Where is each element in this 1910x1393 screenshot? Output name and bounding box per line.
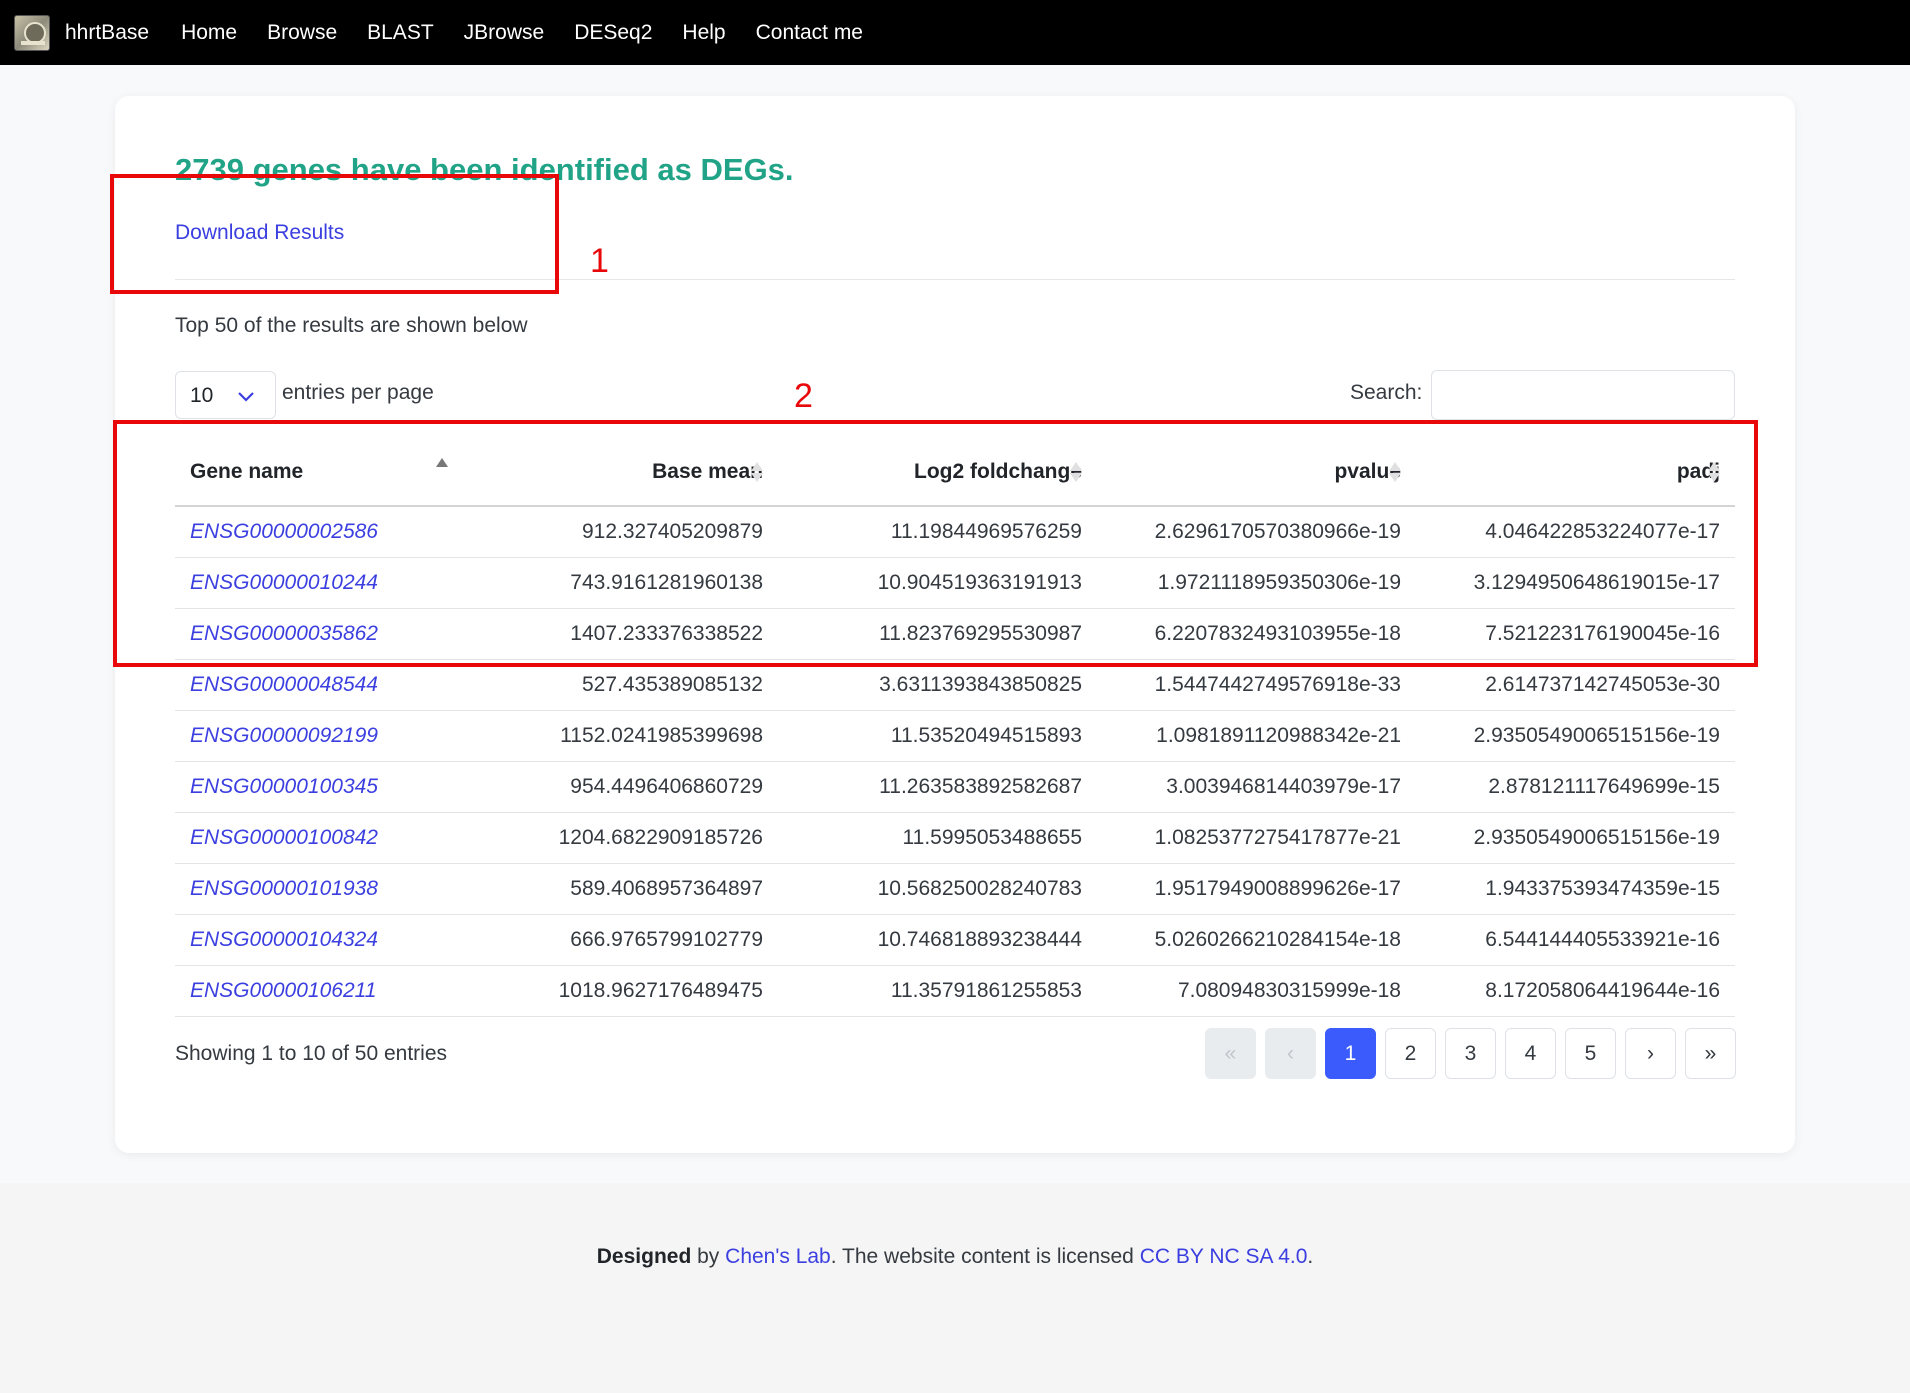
annotation-label-2: 2 [794,377,813,415]
cell-log2fc: 11.263583892582687 [778,761,1097,813]
nav-browse[interactable]: Browse [267,21,337,45]
entries-per-page-label: entries per page [282,381,434,404]
cell-base-mean: 666.9765799102779 [459,914,778,966]
cell-base-mean: 1152.0241985399698 [459,710,778,762]
brand-name[interactable]: hhrtBase [65,21,149,45]
cell-padj: 2.878121117649699e-15 [1416,761,1735,813]
footer-end: . [1307,1245,1314,1268]
footer-designed: Designed [596,1245,692,1268]
cell-log2fc: 11.35791861255853 [778,965,1097,1017]
cell-log2fc: 10.746818893238444 [778,914,1097,966]
cell-padj: 2.9350549006515156e-19 [1416,812,1735,864]
gene-link[interactable]: ENSG00000100345 [190,775,378,798]
nav-home[interactable]: Home [181,21,237,45]
page-button-1[interactable]: 1 [1325,1028,1376,1079]
cell-padj: 1.943375393474359e-15 [1416,863,1735,915]
annotation-box-1 [110,174,559,294]
cell-base-mean: 589.4068957364897 [459,863,778,915]
search-input[interactable] [1431,370,1735,420]
next-page-button[interactable]: › [1625,1028,1676,1079]
nav-blast[interactable]: BLAST [367,21,434,45]
pagination: « ‹ 1 2 3 4 5 › » [1205,1028,1736,1079]
footer: Designed by Chen's Lab. The website cont… [0,1183,1910,1393]
cell-pvalue: 1.0825377275417877e-21 [1097,812,1416,864]
entries-per-page-value: 10 [190,384,214,407]
search-label: Search: [1350,381,1423,404]
nav-help[interactable]: Help [682,21,725,45]
table-row: ENSG00000100842 1204.6822909185726 11.59… [175,812,1735,864]
cell-padj: 2.9350549006515156e-19 [1416,710,1735,762]
cell-pvalue: 3.003946814403979e-17 [1097,761,1416,813]
table-row: ENSG00000092199 1152.0241985399698 11.53… [175,710,1735,762]
footer-middle: . The website content is licensed [830,1245,1140,1268]
nav-links: Home Browse BLAST JBrowse DESeq2 Help Co… [151,21,863,45]
footer-by: by [691,1245,726,1268]
gene-link[interactable]: ENSG00000100842 [190,826,378,849]
cell-base-mean: 1204.6822909185726 [459,812,778,864]
table-info: Showing 1 to 10 of 50 entries [175,1042,448,1065]
navbar: hhrtBase Home Browse BLAST JBrowse DESeq… [0,0,1910,65]
table-row: ENSG00000106211 1018.9627176489475 11.35… [175,965,1735,1017]
cell-gene: ENSG00000104324 [175,914,459,966]
top-results-note: Top 50 of the results are shown below [175,314,528,337]
cell-base-mean: 1018.9627176489475 [459,965,778,1017]
first-page-button[interactable]: « [1205,1028,1256,1079]
prev-page-button[interactable]: ‹ [1265,1028,1316,1079]
table-row: ENSG00000104324 666.9765799102779 10.746… [175,914,1735,966]
cell-gene: ENSG00000106211 [175,965,459,1017]
page-button-5[interactable]: 5 [1565,1028,1616,1079]
gene-link[interactable]: ENSG00000106211 [190,979,376,1002]
chevron-down-icon [238,392,254,402]
cell-padj: 6.544144405533921e-16 [1416,914,1735,966]
cell-log2fc: 10.568250028240783 [778,863,1097,915]
cell-pvalue: 1.0981891120988342e-21 [1097,710,1416,762]
table-row: ENSG00000100345 954.4496406860729 11.263… [175,761,1735,813]
entries-per-page-select[interactable]: 10 [175,371,276,419]
cell-gene: ENSG00000092199 [175,710,459,762]
nav-deseq2[interactable]: DESeq2 [574,21,652,45]
page-button-3[interactable]: 3 [1445,1028,1496,1079]
cell-pvalue: 7.08094830315999e-18 [1097,965,1416,1017]
nav-jbrowse[interactable]: JBrowse [464,21,545,45]
cell-log2fc: 11.5995053488655 [778,812,1097,864]
cell-gene: ENSG00000100842 [175,812,459,864]
page-button-4[interactable]: 4 [1505,1028,1556,1079]
gene-link[interactable]: ENSG00000101938 [190,877,378,900]
footer-lab-link[interactable]: Chen's Lab [725,1245,831,1268]
cell-log2fc: 11.53520494515893 [778,710,1097,762]
cell-pvalue: 1.9517949008899626e-17 [1097,863,1416,915]
page-button-2[interactable]: 2 [1385,1028,1436,1079]
annotation-box-2 [113,420,1758,667]
footer-license-link[interactable]: CC BY NC SA 4.0 [1140,1245,1308,1268]
cell-pvalue: 5.0260266210284154e-18 [1097,914,1416,966]
table-row: ENSG00000101938 589.4068957364897 10.568… [175,863,1735,915]
cell-padj: 8.172058064419644e-16 [1416,965,1735,1017]
brand[interactable]: hhrtBase [14,14,149,51]
site-logo[interactable] [14,14,50,51]
footer-text: Designed by Chen's Lab. The website cont… [0,1245,1910,1269]
gene-link[interactable]: ENSG00000092199 [190,724,378,747]
cell-base-mean: 954.4496406860729 [459,761,778,813]
annotation-label-1: 1 [590,242,609,280]
last-page-button[interactable]: » [1685,1028,1736,1079]
gene-link[interactable]: ENSG00000104324 [190,928,378,951]
cell-gene: ENSG00000101938 [175,863,459,915]
cell-gene: ENSG00000100345 [175,761,459,813]
gene-link[interactable]: ENSG00000048544 [190,673,378,696]
nav-contact[interactable]: Contact me [756,21,863,45]
